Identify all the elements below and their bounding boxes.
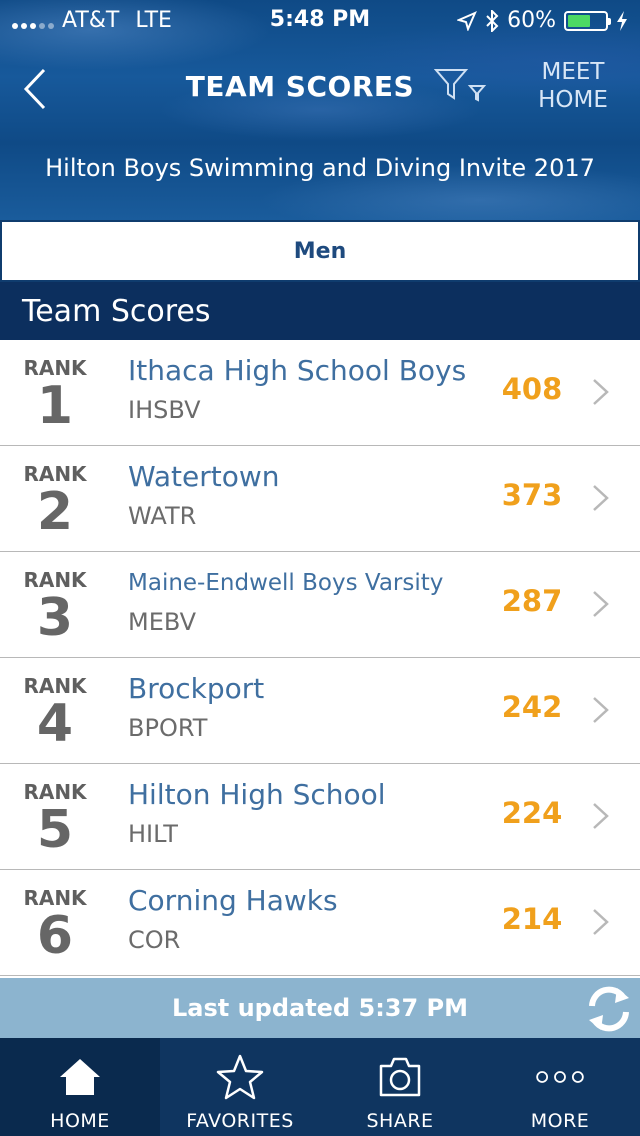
team-abbreviation: BPORT	[128, 714, 208, 742]
location-icon	[457, 10, 478, 31]
team-row[interactable]: RANK 4 Brockport BPORT 242	[0, 658, 640, 764]
gender-tab-bar: Men	[0, 220, 640, 282]
tab-bar: HOME FAVORITES SHARE MORE	[0, 1038, 640, 1136]
last-updated-bar: Last updated 5:37 PM	[0, 978, 640, 1038]
team-scores-list: RANK 1 Ithaca High School Boys IHSBV 408 RANK…	[0, 340, 640, 976]
team-score: 242	[501, 690, 563, 724]
filter-icon	[433, 69, 487, 102]
meet-home-button[interactable]: MEET HOME	[528, 58, 618, 114]
charging-icon	[617, 10, 627, 31]
tab-more-label: MORE	[530, 1110, 590, 1132]
rank-number: 2	[36, 482, 74, 542]
team-score: 224	[501, 796, 563, 830]
team-row[interactable]: RANK 3 Maine-Endwell Boys Varsity MEBV 287	[0, 552, 640, 658]
chevron-right-icon	[593, 485, 609, 511]
bluetooth-icon	[486, 9, 499, 32]
last-updated-text: Last updated 5:37 PM	[171, 994, 469, 1022]
nav-bar: TEAM SCORES MEET HOME	[0, 44, 640, 134]
battery-icon	[564, 10, 611, 31]
rank-number: 1	[36, 376, 74, 436]
filter-button[interactable]	[433, 66, 488, 106]
rank-number: 5	[36, 800, 74, 860]
rank-number: 6	[36, 906, 74, 966]
team-abbreviation: MEBV	[128, 608, 197, 636]
status-bar: AT&T LTE 5:48 PM 60%	[0, 0, 640, 40]
tab-more[interactable]: MORE	[480, 1038, 640, 1136]
team-score: 373	[501, 478, 563, 512]
team-name: Brockport	[128, 672, 265, 705]
tab-favorites-label: FAVORITES	[186, 1110, 294, 1132]
camera-icon	[375, 1052, 425, 1102]
meet-home-line1: MEET	[541, 59, 605, 85]
tab-home-label: HOME	[50, 1110, 110, 1132]
refresh-button[interactable]	[582, 982, 636, 1036]
page-title: TEAM SCORES	[185, 70, 415, 103]
chevron-right-icon	[593, 909, 609, 935]
team-name: Corning Hawks	[128, 884, 338, 917]
rank-number: 3	[36, 588, 74, 648]
team-abbreviation: IHSBV	[128, 396, 201, 424]
chevron-right-icon	[593, 379, 609, 405]
team-score: 214	[501, 902, 563, 936]
team-abbreviation: WATR	[128, 502, 197, 530]
team-row[interactable]: RANK 6 Corning Hawks COR 214	[0, 870, 640, 976]
team-abbreviation: COR	[128, 926, 181, 954]
team-row[interactable]: RANK 2 Watertown WATR 373	[0, 446, 640, 552]
section-title: Team Scores	[0, 282, 640, 340]
home-icon	[55, 1052, 105, 1102]
tab-share[interactable]: SHARE	[320, 1038, 480, 1136]
team-name: Hilton High School	[128, 778, 386, 811]
team-abbreviation: HILT	[128, 820, 178, 848]
meet-name: Hilton Boys Swimming and Diving Invite 2…	[45, 154, 595, 182]
team-name: Ithaca High School Boys	[128, 354, 467, 387]
battery-percent: 60%	[507, 8, 556, 33]
team-name: Maine-Endwell Boys Varsity	[128, 570, 444, 596]
rank-number: 4	[36, 694, 74, 754]
chevron-right-icon	[593, 591, 609, 617]
meet-home-line2: HOME	[538, 87, 608, 113]
team-name: Watertown	[128, 460, 280, 493]
star-icon	[215, 1052, 265, 1102]
refresh-icon	[589, 986, 629, 1032]
more-icon	[535, 1052, 585, 1102]
tab-home[interactable]: HOME	[0, 1038, 160, 1136]
team-row[interactable]: RANK 5 Hilton High School HILT 224	[0, 764, 640, 870]
team-score: 287	[501, 584, 563, 618]
tab-share-label: SHARE	[366, 1110, 434, 1132]
team-row[interactable]: RANK 1 Ithaca High School Boys IHSBV 408	[0, 340, 640, 446]
chevron-right-icon	[593, 803, 609, 829]
chevron-right-icon	[593, 697, 609, 723]
tab-favorites[interactable]: FAVORITES	[160, 1038, 320, 1136]
status-right: 60%	[457, 8, 628, 33]
team-score: 408	[501, 372, 563, 406]
tab-men[interactable]: Men	[2, 222, 638, 280]
header: AT&T LTE 5:48 PM 60% TEAM SCORES MEET HO…	[0, 0, 640, 220]
